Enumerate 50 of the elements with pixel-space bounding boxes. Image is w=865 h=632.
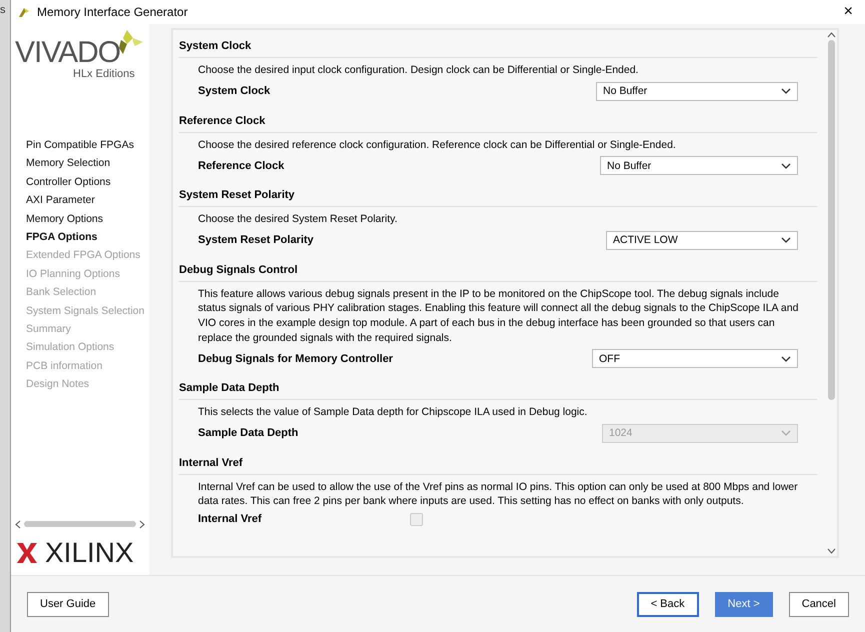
chevron-down-icon [781,237,791,244]
window-title: Memory Interface Generator [37,5,189,19]
scroll-left-icon[interactable] [15,520,21,528]
sidebar-item[interactable]: Memory Options [26,210,149,228]
wizard-button[interactable]: Cancel [788,592,849,616]
horizontal-scrollbar[interactable] [24,521,136,527]
field-label: Debug Signals for Memory Controller [198,352,393,365]
vendor-wordmark: XILINX [45,537,134,569]
close-button[interactable]: × [840,3,857,21]
logo-wordmark: VIVADO [15,38,120,68]
section-heading: System Clock [179,36,817,58]
chevron-down-icon [781,430,791,436]
background-window-text: s [0,3,6,16]
chevron-down-icon [781,162,791,169]
dropdown[interactable]: OFF [592,349,798,368]
field-label: System Reset Polarity [198,234,314,246]
wizard-button[interactable]: Next > [714,592,773,616]
section-description: Choose the desired System Reset Polarity. [197,212,398,228]
sidebar-item[interactable]: FPGA Options [26,228,149,246]
wizard-button[interactable]: < Back [636,592,699,616]
section-heading: Internal Vref [179,452,817,475]
field-label: Internal Vref [198,513,262,526]
section-heading: Debug Signals Control [179,260,817,282]
section-description: This selects the value of Sample Data depth for Chipscope ILA used in Debug logic. [197,405,588,420]
app-logo-icon [17,5,31,19]
scroll-up-icon[interactable] [826,32,836,38]
sidebar-item[interactable]: AXI Parameter [26,191,149,210]
scroll-down-icon[interactable] [826,548,836,554]
section-heading: System Reset Polarity [179,185,817,208]
user-guide-button[interactable]: User Guide [27,592,109,616]
section-description: Internal Vref can be used to allow the use of the Vref pins as normal IO pins. This option can only be used at 800 Mbps and lower data rates. This can free 2 pins per bank where inputs are used. This setting has no effect on banks with only outputs. [197,480,799,510]
dropdown[interactable]: ACTIVE LOW [606,230,798,250]
field-label: Sample Data Depth [198,427,298,440]
sidebar-item[interactable]: Memory Selection [26,154,149,173]
section-description: Choose the desired reference clock configuration. Reference clock can be Differential or Single-Ended. [197,138,677,153]
dropdown[interactable]: No Buffer [600,156,798,176]
chevron-down-icon [781,356,791,362]
chevron-down-icon [781,88,791,94]
field-label: System Clock [198,85,270,98]
sidebar-item[interactable]: Controller Options [26,172,149,192]
sidebar-item[interactable]: Pin Compatible FPGAs [26,136,149,154]
scroll-right-icon[interactable] [139,520,145,528]
section-description: This feature allows various debug signals present in the IP to be monitored on the ChipScope tool. The debug signals include status signals of various PHY calibration stages. Enabling this feature will connect all the debug signals to the ChipScope ILA and VIO cores in the example design top module. A part of each bus in the debug interface has been grounded so that users can replace the grounded signals with the required signals. [197,286,800,346]
section-description: Choose the desired input clock configuration. Design clock can be Differential or Single-Ended. [197,63,640,78]
field-label: Reference Clock [198,160,284,172]
logo-subtitle: HLx Editions [73,68,136,80]
section-heading: Reference Clock [179,110,817,133]
vertical-scrollbar-thumb[interactable] [828,40,834,400]
dropdown[interactable]: No Buffer [596,82,798,101]
section-heading: Sample Data Depth [179,378,817,400]
